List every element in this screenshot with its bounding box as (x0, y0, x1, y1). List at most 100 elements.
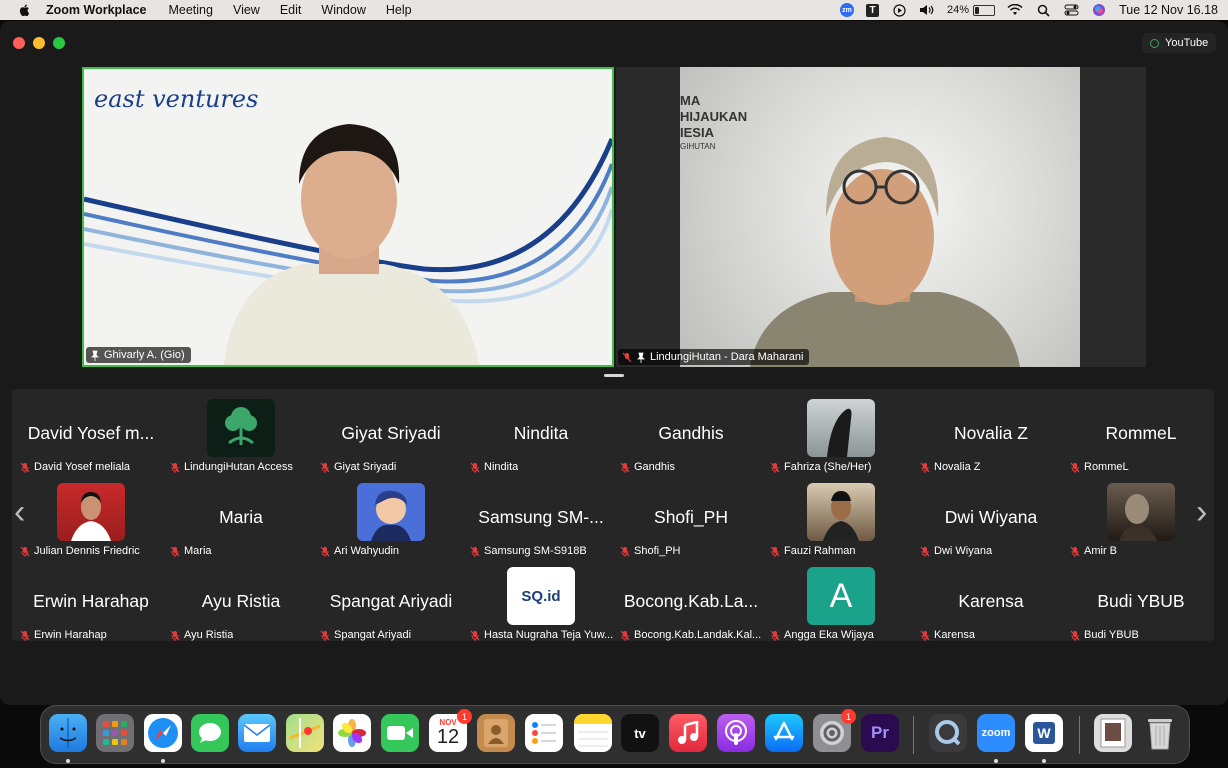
maps-icon[interactable] (286, 714, 324, 752)
participant-name: Angga Eka Wijaya (784, 629, 874, 641)
search-icon[interactable] (1035, 3, 1051, 17)
menu-clock[interactable]: Tue 12 Nov 16.18 (1119, 3, 1218, 17)
launchpad-icon[interactable] (96, 714, 134, 752)
battery-fill (975, 6, 980, 14)
participant-tile[interactable]: RommeL RommeL (1066, 397, 1216, 481)
volume-icon[interactable] (919, 3, 935, 17)
menu-edit[interactable]: Edit (280, 3, 302, 17)
participant-name: Ari Wahyudin (334, 545, 400, 557)
participant-tile[interactable]: SQ.id Hasta Nugraha Teja Yuw... (466, 565, 616, 649)
participant-tile[interactable]: Bocong.Kab.La... Bocong.Kab.Landak.Kal... (616, 565, 766, 649)
downloads-stack-icon[interactable] (1094, 714, 1132, 752)
resize-handle[interactable] (604, 374, 624, 377)
participant-tile[interactable]: Spangat Ariyadi Spangat Ariyadi (316, 565, 466, 649)
muted-mic-icon (320, 546, 330, 557)
muted-mic-icon (620, 546, 630, 557)
participant-tile[interactable]: David Yosef m... David Yosef meliala (16, 397, 166, 481)
participant-name: Nindita (484, 461, 519, 473)
speaker-video-1[interactable]: east ventures Ghivarly A. (Gio) (82, 67, 614, 367)
muted-mic-icon (920, 630, 930, 641)
facetime-icon[interactable] (381, 714, 419, 752)
reminders-icon[interactable] (525, 714, 563, 752)
typora-status-icon[interactable]: T (866, 3, 880, 17)
finder-icon[interactable] (49, 714, 87, 752)
muted-mic-icon (320, 462, 330, 473)
participant-name: Ayu Ristia (184, 629, 234, 641)
participant-tile[interactable]: Amir B (1066, 481, 1216, 565)
participant-tile[interactable]: Shofi_PH Shofi_PH (616, 481, 766, 565)
premiere-pro-icon[interactable]: Pr (861, 714, 899, 752)
trash-icon[interactable] (1141, 714, 1179, 752)
participant-name-tag: Samsung SM-S918B (470, 545, 587, 557)
participant-name-tag: Maria (170, 545, 212, 557)
participant-tile[interactable]: Gandhis Gandhis (616, 397, 766, 481)
messages-icon[interactable] (191, 714, 229, 752)
apple-tv-icon[interactable]: tv (621, 714, 659, 752)
battery-indicator[interactable]: 24% (947, 4, 996, 16)
participant-name: Spangat Ariyadi (334, 629, 412, 641)
muted-mic-icon (470, 630, 480, 641)
siri-icon[interactable] (1091, 3, 1107, 17)
app-store-icon[interactable] (765, 714, 803, 752)
muted-mic-icon (170, 546, 180, 557)
participant-name: Shofi_PH (634, 545, 681, 557)
calendar-icon[interactable]: NOV 12 1 (429, 709, 472, 752)
safari-icon[interactable] (144, 714, 182, 752)
participant-tile[interactable]: Budi YBUB Budi YBUB (1066, 565, 1216, 649)
participant-tile[interactable]: Erwin Harahap Erwin Harahap (16, 565, 166, 649)
close-window-button[interactable] (13, 37, 25, 49)
zoom-status-icon[interactable]: zm (840, 3, 855, 17)
participant-tile[interactable]: Giyat Sriyadi Giyat Sriyadi (316, 397, 466, 481)
music-icon[interactable] (669, 714, 707, 752)
participant-avatar (807, 483, 875, 541)
menu-app-name[interactable]: Zoom Workplace (46, 3, 146, 17)
speaker-video-2[interactable]: MA HIJAUKAN IESIA GIHUTAN LindungiHutan … (616, 67, 1146, 367)
participant-tile[interactable]: Novalia Z Novalia Z (916, 397, 1066, 481)
participant-tile[interactable]: Ari Wahyudin (316, 481, 466, 565)
participant-tile[interactable]: LindungiHutan Access (166, 397, 316, 481)
contacts-icon[interactable] (477, 714, 515, 752)
fullscreen-window-button[interactable] (53, 37, 65, 49)
quicktime-icon[interactable] (929, 714, 967, 752)
zoom-app-icon[interactable]: zoom (977, 714, 1015, 752)
control-center-icon[interactable] (1063, 3, 1079, 17)
participant-name-tag: Hasta Nugraha Teja Yuw... (470, 629, 613, 641)
participant-name: LindungiHutan Access (184, 461, 293, 473)
premiere-label: Pr (871, 723, 889, 742)
minimize-window-button[interactable] (33, 37, 45, 49)
menu-view[interactable]: View (233, 3, 260, 17)
participant-tile[interactable]: Fauzi Rahman (766, 481, 916, 565)
wifi-icon[interactable] (1007, 3, 1023, 17)
photos-icon[interactable] (333, 714, 371, 752)
play-icon[interactable] (891, 3, 907, 17)
participant-tile[interactable]: Fahriza (She/Her) (766, 397, 916, 481)
participant-name-tag: Ari Wahyudin (320, 545, 399, 557)
menu-help[interactable]: Help (386, 3, 412, 17)
apple-icon[interactable] (18, 3, 32, 17)
menu-window[interactable]: Window (321, 3, 365, 17)
mail-icon[interactable] (238, 714, 276, 752)
system-settings-icon[interactable]: 1 (813, 709, 856, 752)
muted-mic-icon (20, 546, 30, 557)
participant-tile[interactable]: Samsung SM-... Samsung SM-S918B (466, 481, 616, 565)
participant-avatar (57, 483, 125, 541)
participant-name-tag: Dwi Wiyana (920, 545, 992, 557)
muted-mic-icon (170, 630, 180, 641)
participant-tile[interactable]: Dwi Wiyana Dwi Wiyana (916, 481, 1066, 565)
participant-tile[interactable]: Maria Maria (166, 481, 316, 565)
participant-tile[interactable]: Julian Dennis Friedric (16, 481, 166, 565)
participant-display-name: Maria (219, 506, 263, 527)
participant-tile[interactable]: Nindita Nindita (466, 397, 616, 481)
notes-icon[interactable] (574, 714, 612, 752)
podcasts-icon[interactable] (717, 714, 755, 752)
participant-tile[interactable]: Ayu Ristia Ayu Ristia (166, 565, 316, 649)
participant-name-tag: Erwin Harahap (20, 629, 107, 641)
participant-name-tag: Nindita (470, 461, 518, 473)
participant-name-tag: Shofi_PH (620, 545, 680, 557)
zoom-meeting-window: YouTube east ventures Ghivarly A. (Gio) … (0, 21, 1228, 705)
menu-meeting[interactable]: Meeting (168, 3, 212, 17)
word-icon[interactable]: W (1025, 714, 1063, 752)
participant-tile[interactable]: A Angga Eka Wijaya (766, 565, 916, 649)
participant-tile[interactable]: Karensa Karensa (916, 565, 1066, 649)
youtube-live-button[interactable]: YouTube (1142, 33, 1216, 53)
